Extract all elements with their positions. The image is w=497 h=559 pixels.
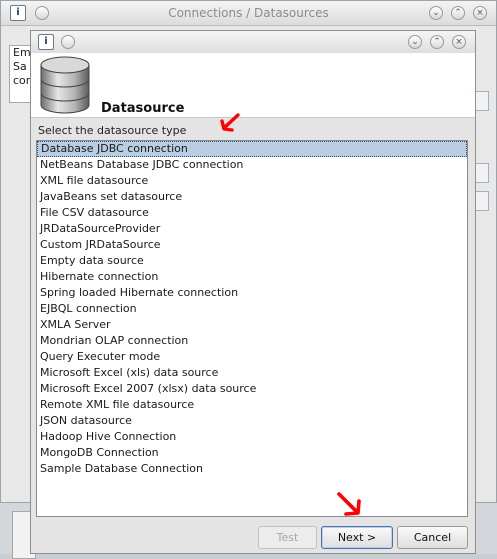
- datasource-dialog: i ⌄ ⌃ × Datasource Select the datasource…: [30, 30, 476, 554]
- list-item[interactable]: Empty data source: [37, 253, 467, 269]
- next-button[interactable]: Next >: [321, 526, 393, 549]
- connections-window-title: Connections / Datasources: [168, 6, 329, 20]
- datasource-type-label: Select the datasource type: [38, 124, 187, 137]
- list-item[interactable]: NetBeans Database JDBC connection: [37, 157, 467, 173]
- list-item[interactable]: File CSV datasource: [37, 205, 467, 221]
- test-button[interactable]: Test: [258, 526, 317, 549]
- database-icon: [40, 56, 90, 114]
- list-item[interactable]: XMLA Server: [37, 317, 467, 333]
- window-menu-button[interactable]: [61, 35, 75, 49]
- cancel-button[interactable]: Cancel: [397, 526, 468, 549]
- dialog-titlebar: i ⌄ ⌃ ×: [31, 31, 475, 54]
- close-icon[interactable]: ×: [452, 35, 466, 49]
- list-item[interactable]: Remote XML file datasource: [37, 397, 467, 413]
- list-item[interactable]: JavaBeans set datasource: [37, 189, 467, 205]
- list-item[interactable]: Query Executer mode: [37, 349, 467, 365]
- list-item[interactable]: Sample Database Connection: [37, 461, 467, 477]
- list-item[interactable]: JSON datasource: [37, 413, 467, 429]
- list-item[interactable]: Custom JRDataSource: [37, 237, 467, 253]
- list-item[interactable]: Hibernate connection: [37, 269, 467, 285]
- wizard-button-bar: Test Next > Cancel: [31, 519, 475, 553]
- maximize-icon[interactable]: ⌃: [430, 35, 444, 49]
- maximize-icon[interactable]: ⌃: [451, 6, 465, 20]
- datasource-type-list[interactable]: Database JDBC connection NetBeans Databas…: [36, 140, 468, 517]
- close-icon[interactable]: ×: [473, 6, 487, 20]
- list-item[interactable]: XML file datasource: [37, 173, 467, 189]
- list-item[interactable]: JRDataSourceProvider: [37, 221, 467, 237]
- list-item[interactable]: Microsoft Excel 2007 (xlsx) data source: [37, 381, 467, 397]
- wizard-header: Datasource: [31, 53, 475, 118]
- minimize-icon[interactable]: ⌄: [408, 35, 422, 49]
- annotation-arrow-icon: [220, 113, 240, 132]
- minimize-icon[interactable]: ⌄: [429, 6, 443, 20]
- annotation-arrow-icon: [337, 492, 361, 516]
- page-title: Datasource: [101, 101, 185, 116]
- list-item[interactable]: Database JDBC connection: [37, 141, 467, 157]
- app-icon: i: [38, 34, 54, 50]
- list-item[interactable]: EJBQL connection: [37, 301, 467, 317]
- list-item[interactable]: MongoDB Connection: [37, 445, 467, 461]
- list-item[interactable]: Mondrian OLAP connection: [37, 333, 467, 349]
- list-item[interactable]: Hadoop Hive Connection: [37, 429, 467, 445]
- list-item[interactable]: Microsoft Excel (xls) data source: [37, 365, 467, 381]
- connections-titlebar: i Connections / Datasources ⌄ ⌃ ×: [1, 1, 496, 26]
- list-item[interactable]: Spring loaded Hibernate connection: [37, 285, 467, 301]
